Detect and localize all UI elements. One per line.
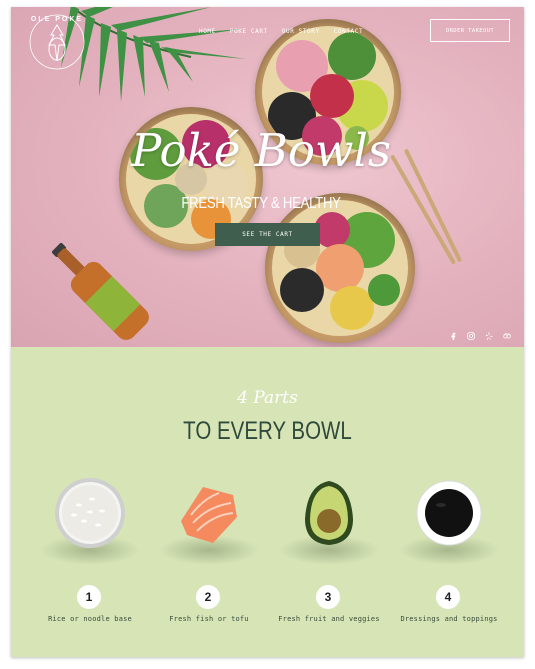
section-script-heading: 4 Parts: [237, 388, 298, 408]
instagram-icon[interactable]: [467, 332, 475, 340]
tripadvisor-icon[interactable]: [503, 332, 511, 340]
ole-poke-logo: OLE POKE: [29, 14, 85, 70]
page-frame: OLE POKE HOME POKE CART OUR STORY CONTAC…: [11, 7, 524, 657]
hero-subtitle: FRESH TASTY & HEALTHY: [181, 195, 341, 212]
avocado-icon: [305, 481, 353, 545]
part-number: 3: [316, 585, 340, 609]
part-number: 1: [77, 585, 101, 609]
poke-bowl-bottom: [265, 193, 415, 343]
hero-title: Poké Bowls: [131, 124, 391, 177]
part-caption: Dressings and toppings: [400, 615, 498, 623]
rice-bowl-icon: [55, 478, 125, 548]
part-caption: Fresh fruit and veggies: [278, 615, 380, 623]
nav-our-story[interactable]: OUR STORY: [282, 28, 320, 35]
yelp-icon[interactable]: [485, 332, 493, 340]
part-number: 2: [196, 585, 220, 609]
social-links: [449, 332, 511, 340]
part-caption: Fresh fish or tofu: [169, 615, 249, 623]
main-nav: HOME POKE CART OUR STORY CONTACT: [199, 28, 363, 35]
nav-contact[interactable]: CONTACT: [334, 28, 364, 35]
see-the-cart-button[interactable]: SEE THE CART: [215, 223, 320, 246]
part-number: 4: [436, 585, 460, 609]
facebook-icon[interactable]: [449, 332, 457, 340]
logo-text: OLE POKE: [31, 16, 83, 23]
section-title: TO EVERY BOWL: [183, 417, 352, 445]
soy-sauce-icon: [416, 480, 482, 546]
hero-section: OLE POKE HOME POKE CART OUR STORY CONTAC…: [11, 7, 524, 347]
nav-home[interactable]: HOME: [199, 28, 216, 35]
nav-poke-cart[interactable]: POKE CART: [230, 28, 268, 35]
salmon-icon: [181, 487, 237, 543]
order-takeout-button[interactable]: ORDER TAKEOUT: [430, 19, 510, 42]
